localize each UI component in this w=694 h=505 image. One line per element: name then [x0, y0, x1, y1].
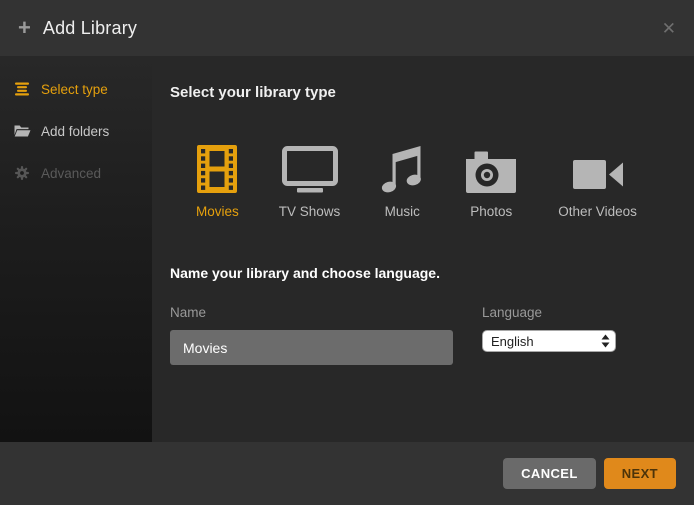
type-other-videos[interactable]: Other Videos	[558, 141, 637, 219]
plus-icon: +	[18, 17, 31, 39]
dialog-title: Add Library	[43, 18, 137, 39]
language-select[interactable]: English	[482, 330, 616, 352]
tv-icon	[282, 141, 338, 193]
sidebar-item-label: Add folders	[41, 124, 109, 139]
cancel-button[interactable]: CANCEL	[503, 458, 596, 489]
sidebar-item-label: Advanced	[41, 166, 101, 181]
dialog-header: + Add Library ✕	[0, 0, 694, 56]
fields-row: Name Language English	[170, 305, 694, 365]
music-note-icon	[380, 141, 424, 193]
library-name-input[interactable]	[170, 330, 453, 365]
sidebar-item-add-folders[interactable]: Add folders	[0, 110, 152, 152]
gear-icon	[14, 165, 31, 181]
sidebar-item-advanced: Advanced	[0, 152, 152, 194]
sidebar: Select type Add folders	[0, 56, 152, 442]
type-label: Movies	[196, 204, 239, 219]
type-label: Other Videos	[558, 204, 637, 219]
dialog-body: Select type Add folders	[0, 56, 694, 442]
list-lines-icon	[14, 82, 31, 96]
library-type-row: Movies TV Shows	[196, 141, 694, 219]
type-tv-shows[interactable]: TV Shows	[279, 141, 341, 219]
add-library-dialog: + Add Library ✕ Select type	[0, 0, 694, 505]
camera-icon	[464, 141, 518, 193]
folder-icon	[14, 124, 31, 138]
type-photos[interactable]: Photos	[464, 141, 518, 219]
type-label: Music	[385, 204, 420, 219]
language-field-label: Language	[482, 305, 616, 320]
name-section-title: Name your library and choose language.	[170, 265, 694, 281]
film-strip-icon	[197, 141, 237, 193]
next-button[interactable]: NEXT	[604, 458, 676, 489]
video-camera-icon	[572, 141, 624, 193]
type-label: Photos	[470, 204, 512, 219]
close-icon[interactable]: ✕	[662, 20, 676, 37]
type-label: TV Shows	[279, 204, 341, 219]
sidebar-item-select-type[interactable]: Select type	[0, 68, 152, 110]
type-music[interactable]: Music	[380, 141, 424, 219]
type-movies[interactable]: Movies	[196, 141, 239, 219]
section-title: Select your library type	[170, 84, 694, 101]
name-field-label: Name	[170, 305, 453, 320]
main-content: Select your library type	[152, 56, 694, 442]
sidebar-item-label: Select type	[41, 82, 108, 97]
dialog-footer: CANCEL NEXT	[0, 442, 694, 505]
